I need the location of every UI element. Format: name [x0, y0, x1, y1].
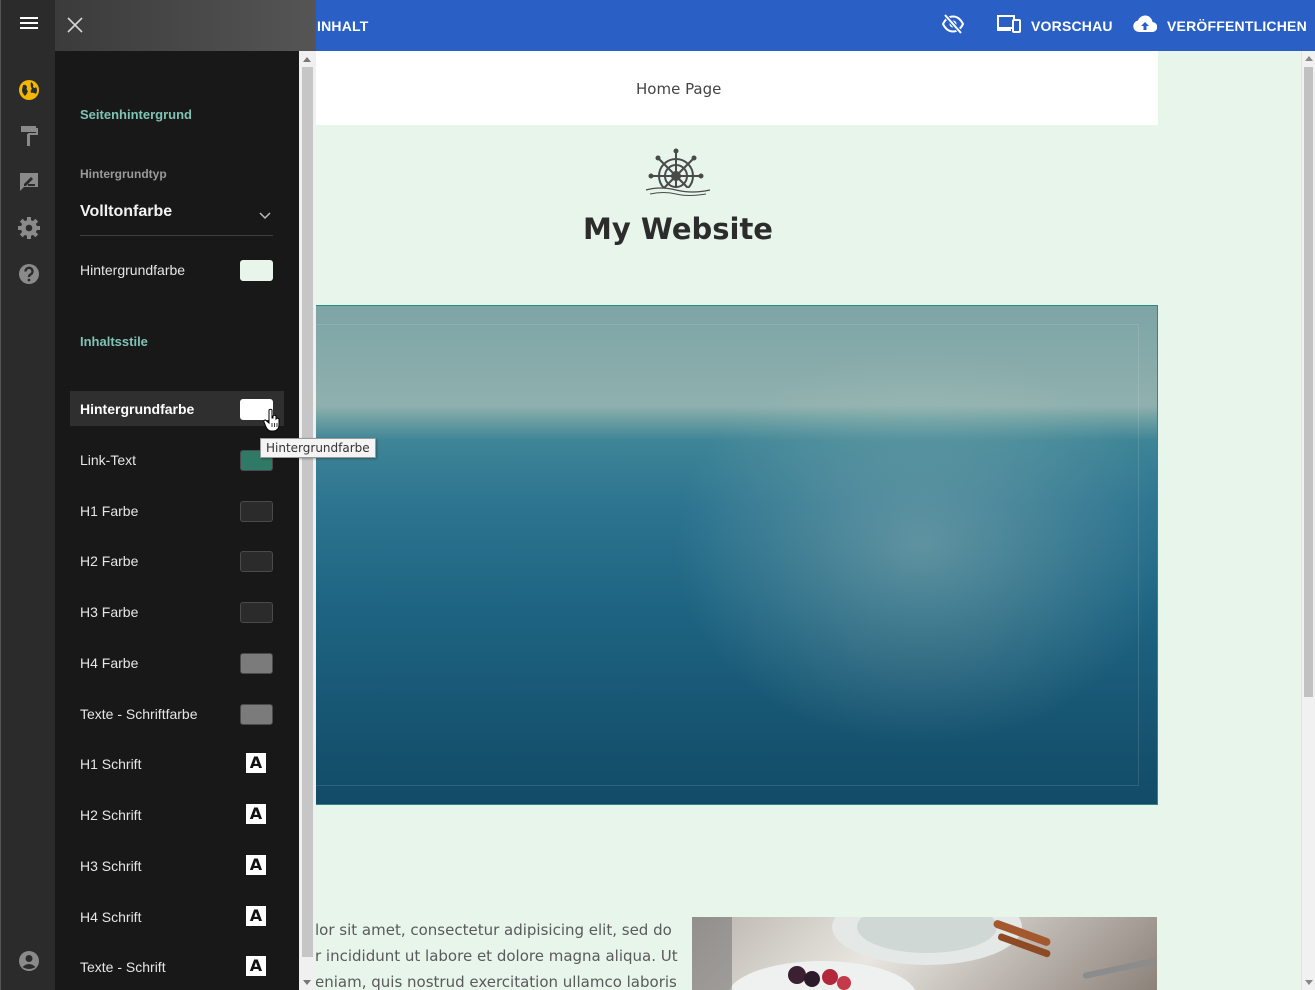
chevron-down-icon	[259, 207, 271, 225]
scroll-down-arrow[interactable]	[303, 980, 311, 985]
font-picker-icon[interactable]: A	[246, 956, 266, 976]
preview-label: VORSCHAU	[1031, 17, 1113, 34]
nav-home-link[interactable]: Home Page	[636, 80, 721, 98]
body-line: r incididunt ut labore et dolore magna a…	[315, 947, 678, 965]
background-type-value: Volltonfarbe	[80, 203, 173, 220]
help-icon[interactable]	[18, 263, 40, 285]
body-line: lor sit amet, consectetur adipisicing el…	[315, 921, 672, 939]
color-swatch[interactable]	[240, 653, 273, 674]
style-row-h3-font[interactable]: H3 Schrift A	[70, 848, 284, 883]
style-row-text-font[interactable]: Texte - Schrift A	[70, 949, 284, 984]
color-swatch[interactable]	[240, 260, 273, 281]
style-row-link-text[interactable]: Link-Text	[70, 442, 284, 477]
close-icon	[65, 17, 85, 39]
canvas-scrollbar[interactable]	[1301, 51, 1315, 990]
menu-button[interactable]	[1, 0, 56, 51]
paint-roller-icon[interactable]	[18, 125, 40, 147]
scroll-down-arrow[interactable]	[1305, 980, 1313, 985]
color-swatch[interactable]	[240, 704, 273, 725]
color-swatch[interactable]	[240, 602, 273, 623]
background-type-select[interactable]: Volltonfarbe	[80, 195, 273, 236]
hamburger-icon	[19, 15, 39, 36]
style-row-text-color[interactable]: Texte - Schriftfarbe	[70, 696, 284, 731]
close-panel-button[interactable]	[65, 15, 85, 35]
scroll-up-arrow[interactable]	[1305, 56, 1313, 61]
font-picker-icon[interactable]: A	[246, 753, 266, 773]
row-label: Texte - Schrift	[80, 959, 166, 975]
account-icon[interactable]	[18, 950, 40, 972]
style-row-h4-color[interactable]: H4 Farbe	[70, 645, 284, 680]
style-row-h3-color[interactable]: H3 Farbe	[70, 594, 284, 629]
scroll-up-arrow[interactable]	[303, 57, 311, 62]
row-label: Link-Text	[80, 452, 137, 468]
publish-label: VERÖFFENTLICHEN	[1167, 17, 1307, 34]
body-paragraph: lor sit amet, consectetur adipisicing el…	[315, 917, 678, 990]
body-line: eniam, quis nostrud exercitation ullamco…	[315, 973, 677, 990]
panel-scrollbar[interactable]	[299, 51, 316, 990]
style-row-h2-font[interactable]: H2 Schrift A	[70, 797, 284, 832]
row-label: H2 Schrift	[80, 807, 142, 823]
hide-visibility-button[interactable]	[941, 0, 975, 51]
design-settings-panel: Seitenhintergrund Hintergrundtyp Vollton…	[55, 0, 316, 990]
background-type-label: Hintergrundtyp	[80, 167, 167, 181]
gear-icon[interactable]	[18, 217, 40, 239]
edit-note-icon[interactable]	[18, 171, 40, 193]
scroll-thumb[interactable]	[1304, 67, 1313, 697]
devices-icon	[997, 14, 1031, 37]
food-photo[interactable]	[692, 917, 1157, 990]
row-label: H1 Schrift	[80, 756, 142, 772]
font-picker-icon[interactable]: A	[246, 804, 266, 824]
color-swatch[interactable]	[240, 501, 273, 522]
row-label: Hintergrundfarbe	[80, 262, 186, 278]
panel-header	[55, 0, 316, 51]
cloud-upload-icon	[1133, 15, 1167, 36]
page-background-color-row[interactable]: Hintergrundfarbe	[70, 252, 284, 287]
hero-image-ocean[interactable]	[290, 305, 1158, 805]
row-label: H4 Schrift	[80, 909, 142, 925]
font-picker-icon[interactable]: A	[246, 855, 266, 875]
ship-wheel-logo	[640, 148, 716, 205]
font-picker-icon[interactable]: A	[246, 906, 266, 926]
left-icon-rail	[0, 0, 55, 990]
style-row-background-color[interactable]: Hintergrundfarbe	[70, 391, 284, 426]
color-swatch[interactable]	[240, 551, 273, 572]
tab-content[interactable]: INHALT	[317, 18, 369, 34]
style-row-h1-color[interactable]: H1 Farbe	[70, 493, 284, 528]
scroll-thumb[interactable]	[302, 67, 313, 957]
row-label: H3 Farbe	[80, 604, 139, 620]
section-title-page-background: Seitenhintergrund	[80, 107, 192, 122]
row-label: H3 Schrift	[80, 858, 142, 874]
section-title-content-styles: Inhaltsstile	[80, 334, 148, 349]
row-label: H4 Farbe	[80, 655, 139, 671]
hero-inner-frame	[309, 324, 1139, 786]
eye-off-icon	[941, 12, 975, 39]
row-label: Hintergrundfarbe	[80, 401, 195, 417]
tooltip: Hintergrundfarbe	[260, 438, 376, 458]
row-label: Texte - Schriftfarbe	[80, 706, 198, 722]
hand-cursor-icon	[263, 408, 281, 437]
row-label: H1 Farbe	[80, 503, 139, 519]
style-row-h1-font[interactable]: H1 Schrift A	[70, 746, 284, 781]
publish-button[interactable]: VERÖFFENTLICHEN	[1133, 0, 1307, 51]
style-row-h4-font[interactable]: H4 Schrift A	[70, 899, 284, 934]
globe-icon[interactable]	[18, 79, 40, 101]
preview-button[interactable]: VORSCHAU	[997, 0, 1113, 51]
style-row-h2-color[interactable]: H2 Farbe	[70, 543, 284, 578]
row-label: H2 Farbe	[80, 553, 139, 569]
